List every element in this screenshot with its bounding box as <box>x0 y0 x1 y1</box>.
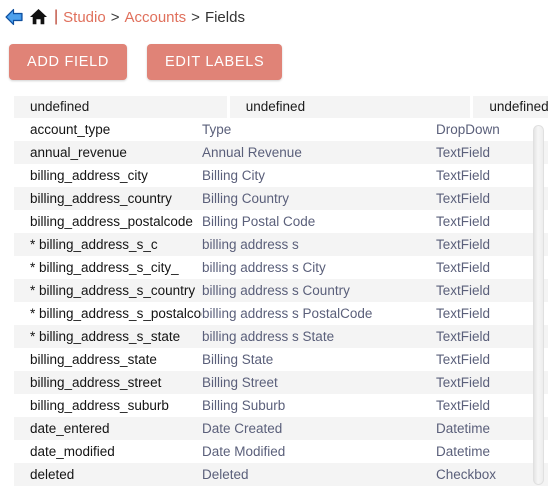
breadcrumb-separator: > <box>110 8 120 26</box>
table-header-row: undefined undefined undefined <box>14 96 548 118</box>
table-row[interactable]: * billing_address_s_country billing addre… <box>14 279 548 302</box>
cell-type: Datetime <box>436 444 491 459</box>
table-row[interactable]: billing_address_state Billing State TextFi… <box>14 348 548 371</box>
cell-label: Billing Postal Code <box>202 214 316 229</box>
cell-label: Billing Country <box>202 191 290 206</box>
breadcrumb-pipe: | <box>54 8 59 25</box>
cell-type: TextField <box>436 145 491 160</box>
cell-label: Date Created <box>202 421 283 436</box>
back-arrow-icon[interactable] <box>2 6 26 28</box>
table-row[interactable]: billing_address_postalcode Billing Postal… <box>14 210 548 233</box>
cell-name: annual_revenue <box>30 145 127 160</box>
table-row[interactable]: billing_address_suburb Billing Suburb Text… <box>14 394 548 417</box>
cell-name: billing_address_city <box>30 168 148 183</box>
column-header-type[interactable]: undefined <box>473 96 548 118</box>
cell-name: deleted <box>30 467 75 482</box>
breadcrumb-separator: > <box>191 8 200 26</box>
cell-label: Deleted <box>202 467 249 482</box>
cell-type: TextField <box>436 329 491 344</box>
cell-label: billing address s <box>202 237 299 252</box>
cell-type: TextField <box>436 168 491 183</box>
cell-type: TextField <box>436 375 491 390</box>
vertical-scrollbar[interactable] <box>533 120 544 489</box>
cell-type: TextField <box>436 306 491 321</box>
cell-label: Billing State <box>202 352 274 367</box>
cell-name: account_type <box>30 122 111 137</box>
table-row[interactable]: billing_address_city Billing City TextFiel… <box>14 164 548 187</box>
action-toolbar: ADD FIELD EDIT LABELS <box>0 32 548 80</box>
cell-name: billing_address_suburb <box>30 398 169 413</box>
cell-name: billing_address_country <box>30 191 172 206</box>
cell-name: date_modified <box>30 444 115 459</box>
table-body: account_type Type DropDown annual_revenue An… <box>14 118 548 486</box>
table-row[interactable]: date_entered Date Created Datetime <box>14 417 548 440</box>
edit-labels-button[interactable]: EDIT LABELS <box>147 44 283 80</box>
cell-name: billing_address_state <box>30 352 157 367</box>
cell-type: DropDown <box>436 122 500 137</box>
cell-name: * billing_address_s_postalcode <box>30 306 202 321</box>
breadcrumb-link-accounts[interactable]: Accounts <box>124 9 186 26</box>
cell-type: TextField <box>436 352 491 367</box>
home-icon[interactable] <box>26 6 50 28</box>
cell-label: Billing Street <box>202 375 278 390</box>
breadcrumb: | Studio > Accounts > Fields <box>0 0 548 32</box>
cell-label: billing address s Country <box>202 283 350 298</box>
cell-type: TextField <box>436 283 491 298</box>
table-row[interactable]: * billing_address_s_city_ billing address… <box>14 256 548 279</box>
table-row[interactable]: date_modified Date Modified Datetime <box>14 440 548 463</box>
table-row[interactable]: * billing_address_s_postalcode billing ad… <box>14 302 548 325</box>
cell-name: billing_address_postalcode <box>30 214 193 229</box>
cell-name: billing_address_street <box>30 375 162 390</box>
table-row[interactable]: annual_revenue Annual Revenue TextField <box>14 141 548 164</box>
add-field-button[interactable]: ADD FIELD <box>9 44 128 80</box>
scrollbar-thumb[interactable] <box>533 125 544 485</box>
cell-type: TextField <box>436 237 491 252</box>
table-row[interactable]: billing_address_country Billing Country Te… <box>14 187 548 210</box>
cell-type: TextField <box>436 214 491 229</box>
cell-label: billing address s City <box>202 260 326 275</box>
fields-table: undefined undefined undefined account_ty… <box>0 96 548 489</box>
cell-label: Annual Revenue <box>202 145 302 160</box>
breadcrumb-current-fields: Fields <box>204 8 245 26</box>
column-header-label[interactable]: undefined <box>229 96 471 118</box>
table-row[interactable]: deleted Deleted Checkbox <box>14 463 548 486</box>
table-row[interactable]: * billing_address_s_state billing address… <box>14 325 548 348</box>
cell-type: TextField <box>436 191 491 206</box>
column-header-name[interactable]: undefined <box>14 96 227 118</box>
cell-type: Datetime <box>436 421 491 436</box>
cell-name: * billing_address_s_city_ <box>30 260 179 275</box>
table-row[interactable]: billing_address_street Billing Street Text… <box>14 371 548 394</box>
cell-label: Billing City <box>202 168 266 183</box>
cell-type: Checkbox <box>436 467 497 482</box>
cell-label: billing address s State <box>202 329 335 344</box>
cell-type: TextField <box>436 398 491 413</box>
cell-name: date_entered <box>30 421 110 436</box>
cell-label: billing address s PostalCode <box>202 306 373 321</box>
cell-name: * billing_address_s_c <box>30 237 158 252</box>
cell-label: Date Modified <box>202 444 286 459</box>
cell-type: TextField <box>436 260 491 275</box>
cell-name: * billing_address_s_state <box>30 329 181 344</box>
table-row[interactable]: * billing_address_s_c billing address s Te… <box>14 233 548 256</box>
cell-label: Billing Suburb <box>202 398 286 413</box>
breadcrumb-link-studio[interactable]: Studio <box>63 9 106 26</box>
cell-label: Type <box>202 122 232 137</box>
cell-name: * billing_address_s_country <box>30 283 196 298</box>
table-row[interactable]: account_type Type DropDown <box>14 118 548 141</box>
